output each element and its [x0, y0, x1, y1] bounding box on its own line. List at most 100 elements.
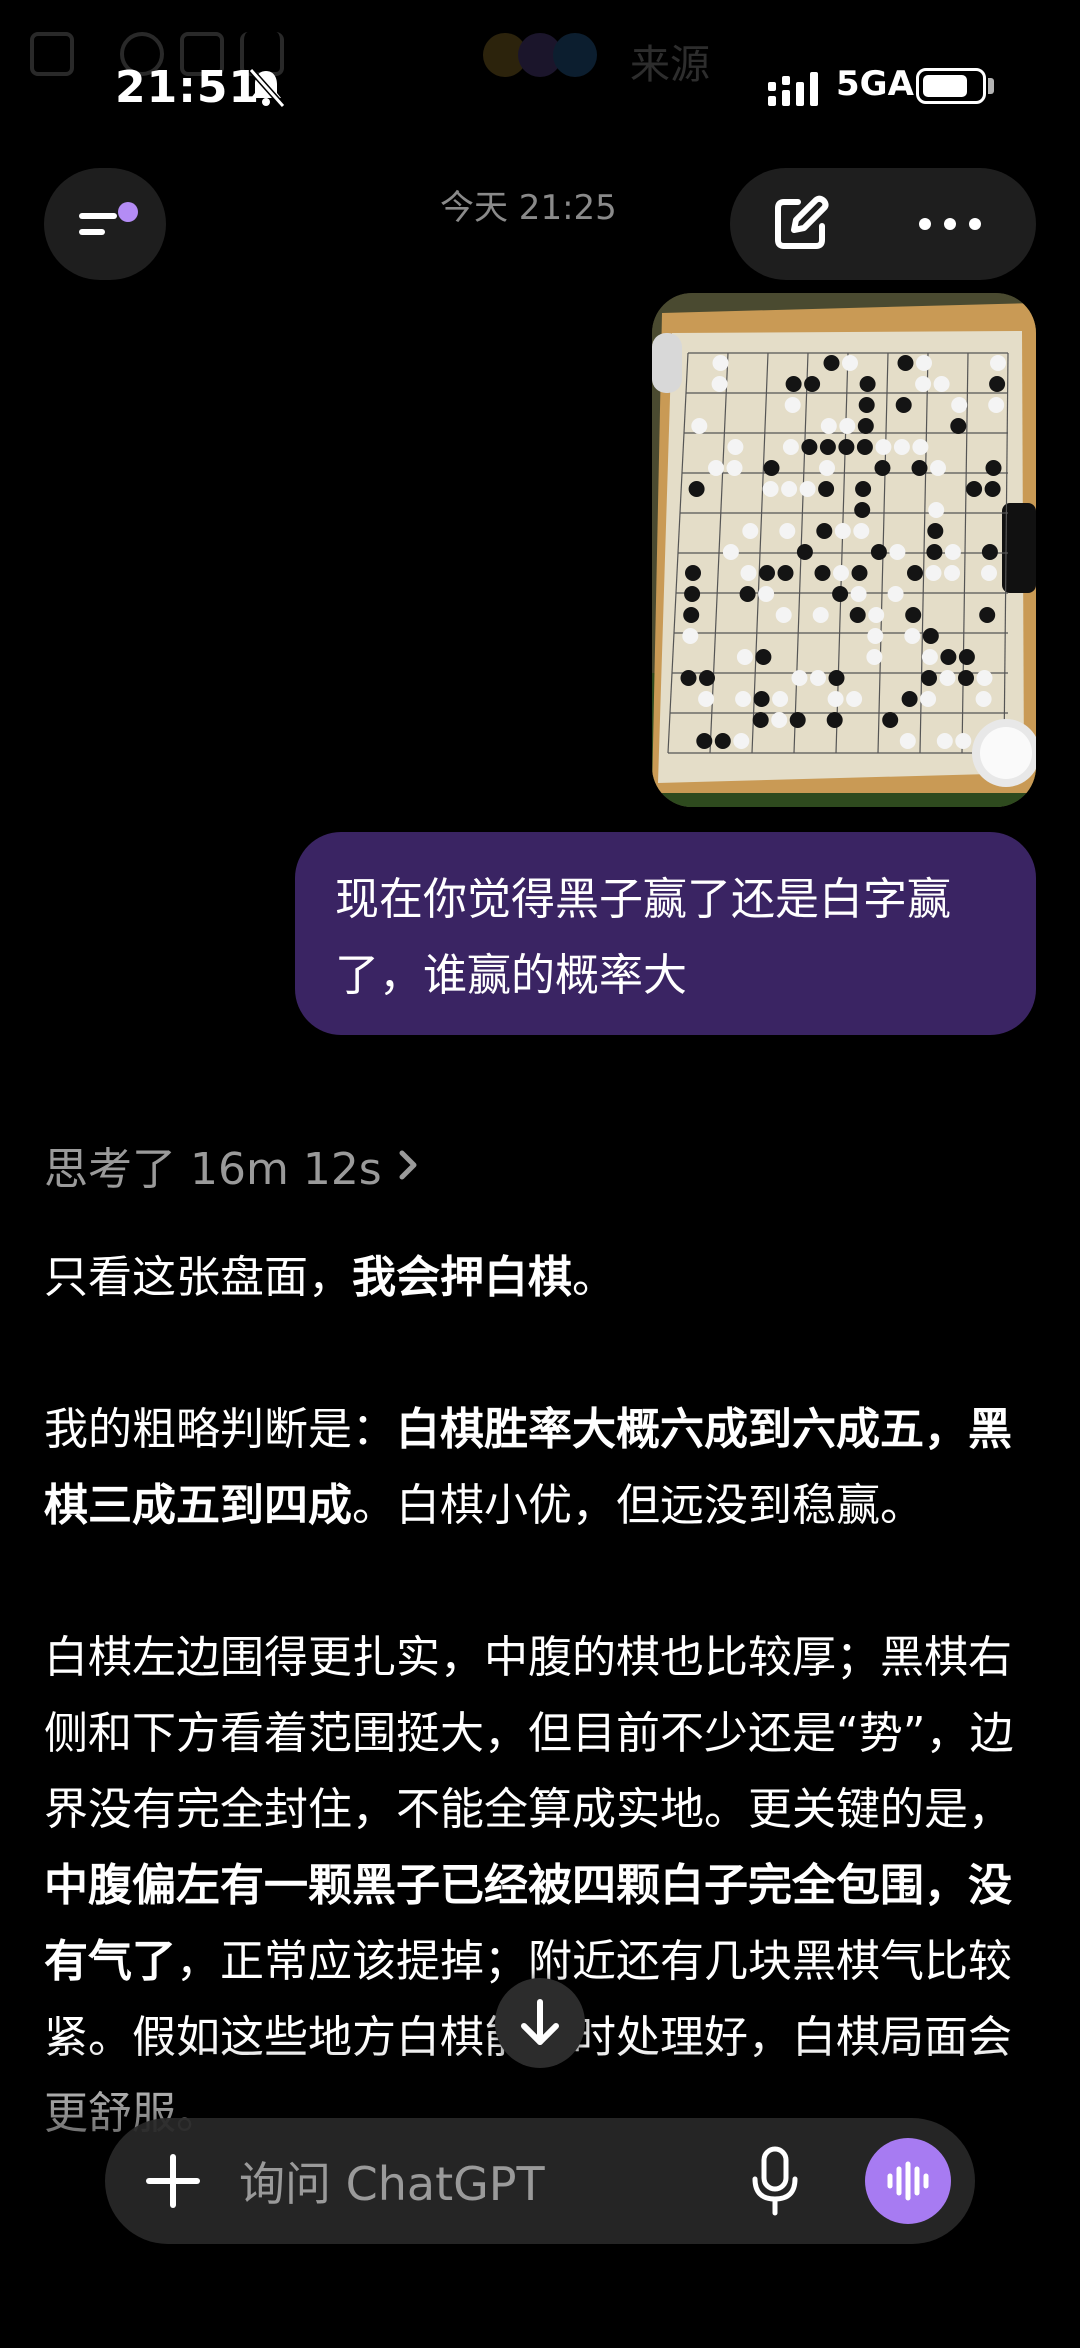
go-stone	[936, 733, 953, 749]
go-stone	[772, 691, 789, 707]
go-stone	[889, 544, 906, 560]
go-stone	[782, 439, 799, 455]
go-stone	[850, 586, 867, 602]
go-stone	[785, 376, 802, 392]
uploaded-go-board-photo[interactable]	[652, 293, 1036, 807]
go-stone	[775, 607, 792, 623]
conversation-date: 今天 21:25	[440, 188, 617, 228]
go-stone	[930, 460, 946, 476]
go-stone	[944, 544, 961, 560]
go-stone	[714, 733, 731, 749]
go-stone	[742, 523, 759, 539]
go-stone	[985, 460, 1002, 476]
go-stone	[838, 439, 855, 455]
go-stone	[875, 439, 892, 455]
go-stone	[833, 565, 849, 581]
go-stone	[882, 712, 899, 728]
microphone-icon	[752, 2146, 798, 2216]
go-stone	[944, 565, 960, 581]
go-stone	[733, 733, 750, 749]
go-stone	[685, 565, 701, 581]
thought-duration-toggle[interactable]: 思考了 16m 12s	[44, 1133, 420, 1197]
go-stone	[926, 544, 943, 560]
go-stone	[812, 607, 829, 623]
go-stone	[810, 670, 826, 686]
go-stone	[916, 355, 932, 371]
voice-mode-button[interactable]	[865, 2138, 951, 2224]
go-stone	[842, 355, 858, 371]
go-stone	[925, 565, 942, 581]
go-stone	[955, 733, 972, 749]
go-stone	[759, 565, 775, 581]
waveform-icon	[887, 2161, 929, 2201]
go-stone	[907, 565, 923, 581]
go-stone	[755, 649, 772, 665]
go-stone	[688, 481, 705, 497]
new-chat-button[interactable]	[730, 168, 870, 280]
go-stone	[753, 691, 770, 707]
chevron-right-icon	[399, 1150, 417, 1180]
go-stone	[928, 502, 945, 518]
go-stone	[854, 502, 871, 518]
scroll-to-bottom-button[interactable]	[495, 1978, 585, 2068]
go-stone	[868, 607, 885, 623]
go-stone	[958, 670, 974, 686]
go-stone	[988, 397, 1005, 413]
go-stone	[856, 439, 873, 455]
go-stone	[699, 670, 715, 686]
attach-button[interactable]	[133, 2141, 213, 2221]
go-stone	[899, 733, 916, 749]
go-stone	[826, 712, 843, 728]
answer-paragraph-2: 我的粗略判断是：白棋胜率大概六成到六成五，黑棋三成五到四成。白棋小优，但远没到稳…	[44, 1404, 1012, 1531]
message-composer: 询问 ChatGPT	[105, 2118, 975, 2244]
go-stone	[832, 586, 849, 602]
go-stone	[912, 439, 929, 455]
go-stone	[911, 460, 928, 476]
go-stone	[691, 418, 708, 434]
more-icon	[919, 218, 981, 230]
go-stone	[819, 460, 835, 476]
more-options-button[interactable]	[880, 168, 1020, 280]
go-stone	[801, 439, 818, 455]
header-actions	[730, 168, 1036, 280]
go-stone	[680, 670, 697, 686]
network-type: 5GA	[836, 64, 914, 104]
go-stone	[820, 418, 837, 434]
go-stone	[939, 670, 956, 686]
go-stone	[779, 523, 796, 539]
go-stone	[698, 691, 715, 707]
go-stone	[727, 439, 744, 455]
go-stone	[981, 565, 997, 581]
go-stone	[976, 670, 993, 686]
dictation-button[interactable]	[735, 2141, 815, 2221]
go-stone	[853, 523, 870, 539]
go-stone	[859, 376, 876, 392]
go-stone	[905, 607, 922, 623]
go-stone	[846, 691, 863, 707]
go-stone	[796, 544, 813, 560]
go-stone	[855, 481, 872, 497]
go-stone	[823, 355, 840, 371]
go-stone	[696, 733, 713, 749]
go-stone	[922, 628, 939, 644]
sidebar-menu-button[interactable]	[44, 168, 166, 280]
go-stone	[682, 628, 699, 644]
go-stone	[827, 691, 844, 707]
go-stone	[804, 376, 821, 392]
go-stone	[966, 481, 983, 497]
go-stone	[834, 523, 851, 539]
go-stone	[722, 544, 739, 560]
message-input[interactable]: 询问 ChatGPT	[239, 2148, 545, 2214]
plus-icon	[146, 2154, 200, 2208]
go-stone	[683, 607, 700, 623]
go-stone	[711, 376, 728, 392]
go-stone	[814, 565, 831, 581]
user-message-bubble: 现在你觉得黑子赢了还是白字赢了，谁赢的概率大	[295, 832, 1036, 1035]
notification-dot	[118, 202, 138, 222]
thought-label: 思考了 16m 12s	[44, 1144, 382, 1195]
go-stone	[739, 586, 756, 602]
go-stone	[958, 649, 975, 665]
bell-muted-icon	[245, 66, 287, 108]
go-stone	[828, 670, 845, 686]
arrow-down-icon	[521, 1999, 559, 2045]
